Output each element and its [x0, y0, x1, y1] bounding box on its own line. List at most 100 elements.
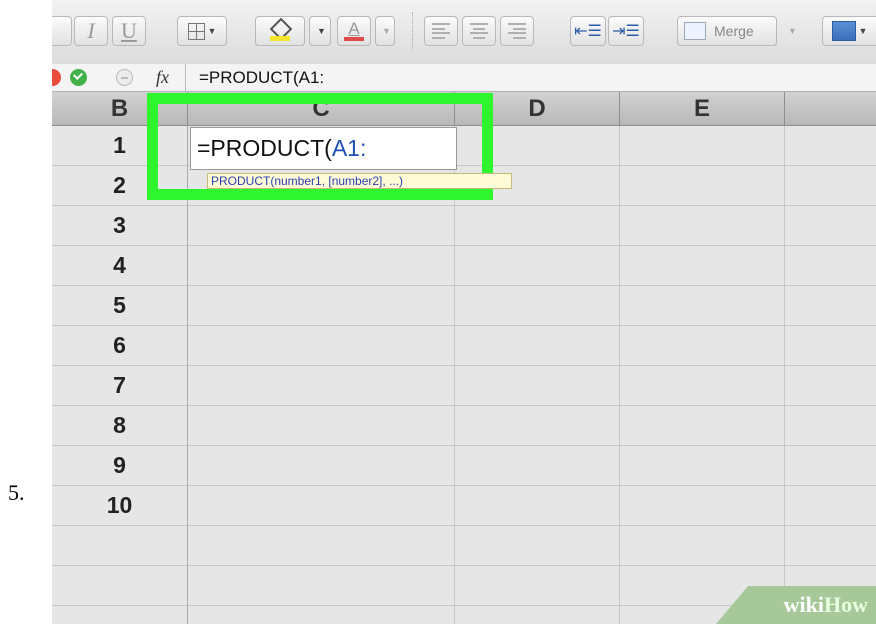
conditional-format-button[interactable]: ▼ [822, 16, 876, 46]
chevron-down-icon: ▼ [858, 26, 868, 36]
confirm-icon[interactable] [70, 69, 87, 86]
align-center-icon [470, 23, 488, 39]
grid-cell[interactable] [620, 446, 785, 486]
formula-bar: fx =PRODUCT(A1: [52, 64, 876, 92]
fill-color-button[interactable] [255, 16, 305, 46]
row-header[interactable] [52, 526, 188, 566]
grid-cell[interactable] [620, 286, 785, 326]
column-header-f[interactable]: F [785, 92, 876, 126]
align-left-icon [432, 23, 450, 39]
grid-cell[interactable] [188, 366, 455, 406]
active-cell-editor[interactable]: =PRODUCT(A1: [190, 127, 457, 170]
paint-bucket-icon [269, 17, 293, 41]
grid-cell[interactable] [620, 206, 785, 246]
row-header[interactable]: 5 [52, 286, 188, 326]
grid-cell[interactable] [455, 486, 620, 526]
row-header[interactable]: 3 [52, 206, 188, 246]
row-header[interactable]: 8 [52, 406, 188, 446]
row-header[interactable] [52, 606, 188, 624]
grid-cell[interactable] [785, 166, 876, 206]
fx-icon[interactable]: fx [156, 67, 169, 88]
align-left-button[interactable] [424, 16, 458, 46]
grid-cell[interactable] [785, 286, 876, 326]
grid-cell[interactable] [785, 366, 876, 406]
watermark-wiki: wiki [783, 592, 824, 617]
grid-cell[interactable] [455, 606, 620, 624]
increase-indent-icon: ⇥☰ [612, 23, 640, 40]
grid-cell[interactable] [785, 526, 876, 566]
font-color-dropdown[interactable]: ▼ [375, 16, 395, 46]
step-number: 5. [8, 480, 25, 505]
grid-cell[interactable] [785, 446, 876, 486]
merge-label: Merge [714, 23, 754, 39]
chevron-down-icon: ▼ [317, 26, 326, 36]
chevron-down-icon: ▼ [382, 26, 391, 36]
cancel-icon[interactable] [52, 69, 61, 86]
grid-cell[interactable] [785, 406, 876, 446]
row-header[interactable]: 6 [52, 326, 188, 366]
row-header[interactable]: 9 [52, 446, 188, 486]
grid-cell[interactable] [455, 366, 620, 406]
increase-indent-button[interactable]: ⇥☰ [608, 16, 644, 46]
grid-cell[interactable] [620, 526, 785, 566]
decrease-indent-icon: ⇤☰ [574, 23, 602, 40]
grid-cell[interactable] [620, 486, 785, 526]
grid-cell[interactable] [188, 206, 455, 246]
grid-cell[interactable] [455, 326, 620, 366]
row-header[interactable]: 10 [52, 486, 188, 526]
row-header[interactable]: 4 [52, 246, 188, 286]
row-header[interactable]: 7 [52, 366, 188, 406]
bold-button[interactable] [52, 16, 72, 46]
grid-cell[interactable] [785, 126, 876, 166]
grid-cell[interactable] [620, 246, 785, 286]
grid-cell[interactable] [188, 246, 455, 286]
watermark-how: How [824, 592, 868, 617]
merge-button[interactable]: Merge [677, 16, 777, 46]
grid-cell[interactable] [455, 566, 620, 606]
grid-cell[interactable] [188, 486, 455, 526]
grid-cell[interactable] [188, 526, 455, 566]
borders-button[interactable]: ▼ [177, 16, 227, 46]
column-header-e[interactable]: E [620, 92, 785, 126]
decrease-indent-button[interactable]: ⇤☰ [570, 16, 606, 46]
grid-cell[interactable] [188, 286, 455, 326]
italic-button[interactable]: I [74, 16, 108, 46]
grid-cell[interactable] [620, 326, 785, 366]
grid-cell[interactable] [188, 566, 455, 606]
fill-color-dropdown[interactable]: ▼ [309, 16, 331, 46]
grid-cell[interactable] [620, 406, 785, 446]
font-color-letter: A [348, 19, 360, 38]
minus-icon[interactable] [116, 69, 133, 86]
function-tooltip: PRODUCT(number1, [number2], ...) [207, 173, 512, 189]
underline-icon: U [121, 18, 137, 43]
grid-cell[interactable] [188, 606, 455, 624]
formula-input[interactable]: =PRODUCT(A1: [199, 68, 324, 88]
underline-button[interactable]: U [112, 16, 146, 46]
grid-cell[interactable] [455, 206, 620, 246]
grid-cell[interactable] [188, 446, 455, 486]
merge-dropdown[interactable]: ▼ [783, 16, 799, 46]
font-color-icon: A [344, 19, 364, 41]
align-right-button[interactable] [500, 16, 534, 46]
toolbar-divider [412, 12, 414, 50]
grid-cell[interactable] [620, 126, 785, 166]
grid-cell[interactable] [455, 446, 620, 486]
grid-cell[interactable] [188, 406, 455, 446]
grid-cell[interactable] [620, 166, 785, 206]
grid-cell[interactable] [455, 526, 620, 566]
grid-cell[interactable] [620, 366, 785, 406]
row-header[interactable] [52, 566, 188, 606]
grid-cell[interactable] [785, 206, 876, 246]
conditional-format-icon [831, 21, 856, 41]
grid-cell[interactable] [188, 326, 455, 366]
merge-cells-icon [684, 22, 706, 40]
grid-cell[interactable] [785, 246, 876, 286]
grid-cell[interactable] [455, 246, 620, 286]
font-color-button[interactable]: A [337, 16, 371, 46]
grid-cell[interactable] [785, 486, 876, 526]
align-center-button[interactable] [462, 16, 496, 46]
grid-cell[interactable] [785, 326, 876, 366]
italic-icon: I [87, 18, 95, 43]
grid-cell[interactable] [455, 406, 620, 446]
grid-cell[interactable] [455, 286, 620, 326]
